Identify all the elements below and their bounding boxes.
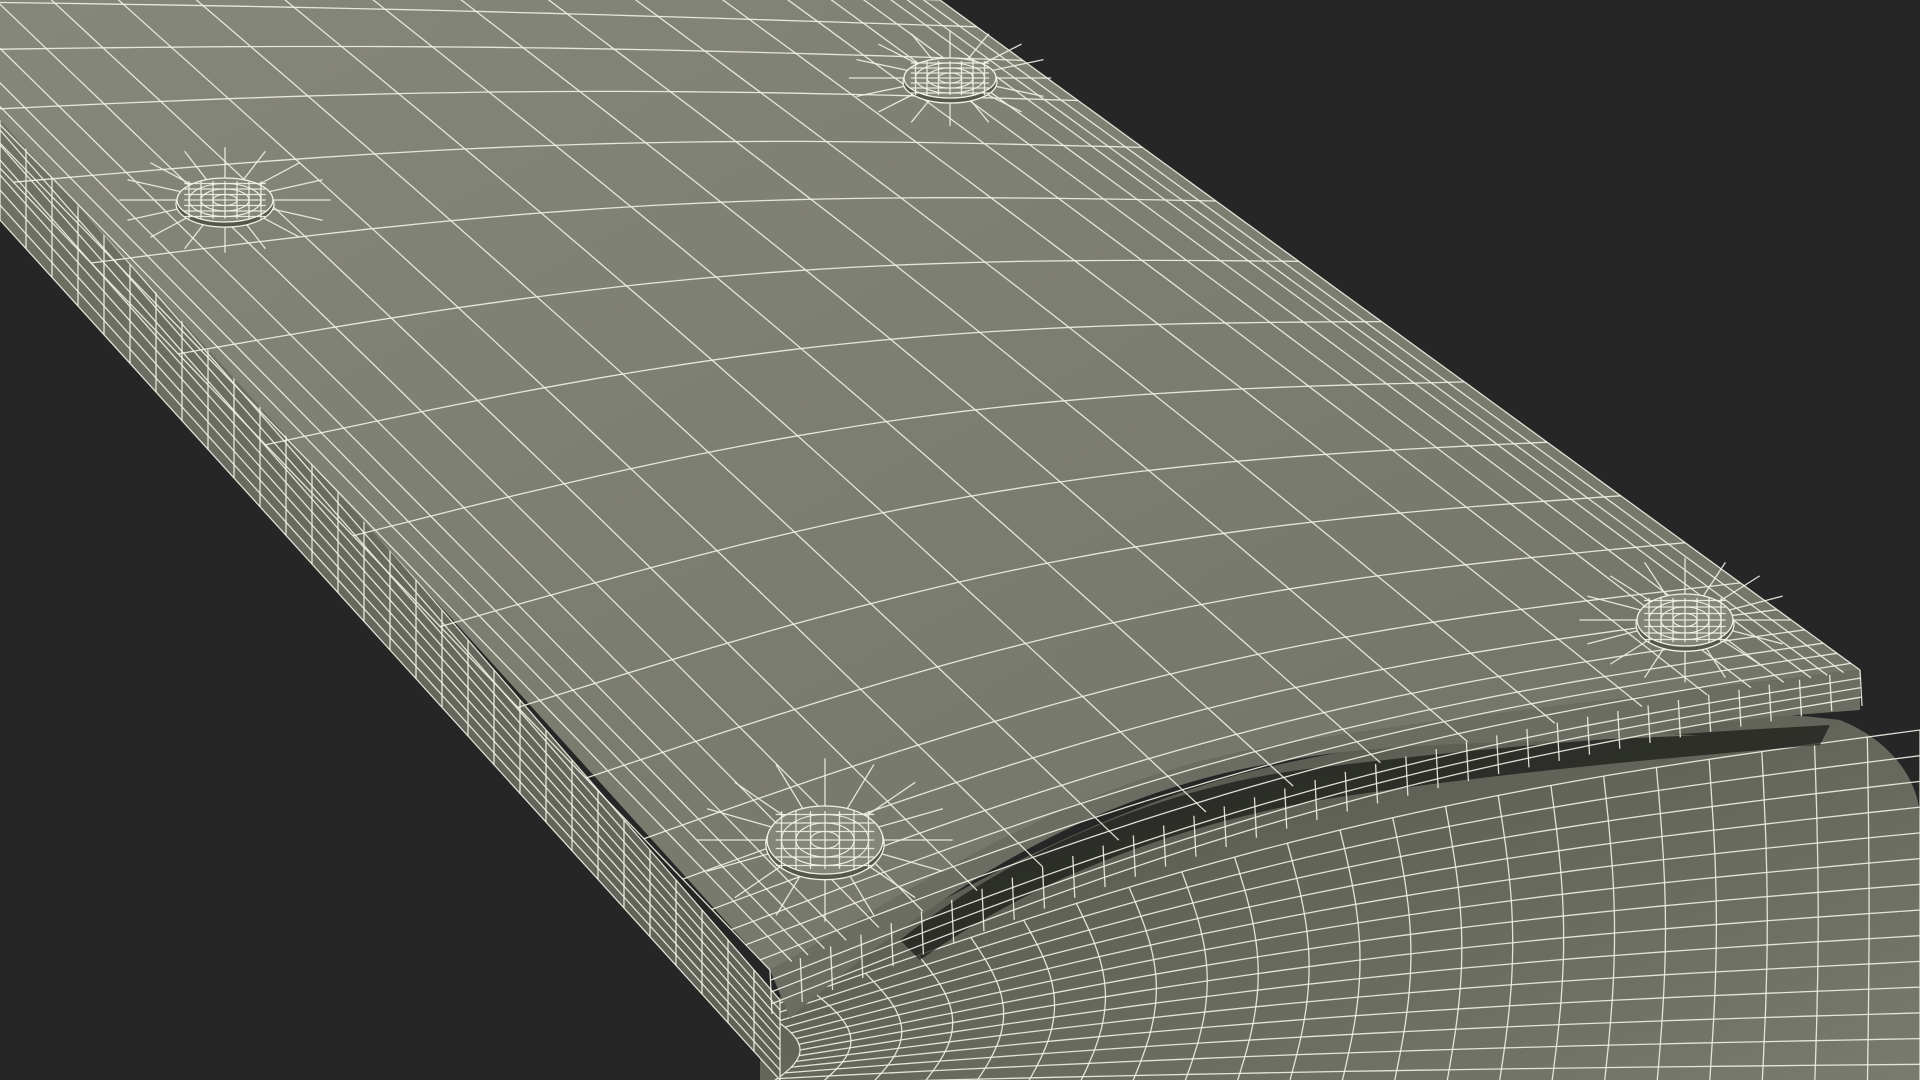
wireframe-render	[0, 0, 1920, 1080]
viewport	[0, 0, 1920, 1080]
